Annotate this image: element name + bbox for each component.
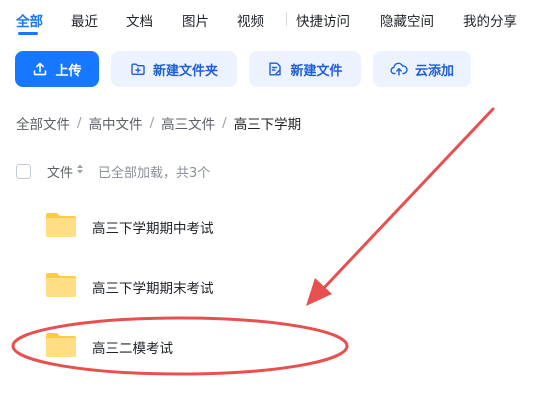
breadcrumb-separator: / [222, 115, 227, 131]
folder-name: 高三二模考试 [92, 341, 173, 357]
name-column-header[interactable]: 文件 [47, 162, 84, 181]
tab-divider [286, 12, 287, 26]
folder-name: 高三下学期期末考试 [92, 281, 214, 297]
folder-row[interactable]: 高三下学期期末考试 [0, 267, 535, 307]
folder-plus-icon [130, 61, 146, 77]
cloud-add-label: 云添加 [414, 63, 454, 79]
breadcrumb-separator: / [77, 115, 82, 131]
sort-icon [76, 163, 84, 179]
breadcrumb-item-all-files[interactable]: 全部文件 [16, 113, 70, 133]
cloud-upload-icon [390, 61, 408, 77]
select-all-checkbox[interactable] [16, 163, 31, 179]
upload-label: 上传 [55, 63, 82, 79]
file-edit-icon [267, 61, 283, 77]
folder-row[interactable]: 高三二模考试 [0, 327, 535, 367]
folder-name: 高三下学期期中考试 [92, 221, 214, 237]
folder-icon [45, 271, 77, 303]
new-folder-button[interactable]: 新建文件夹 [111, 51, 237, 87]
new-folder-label: 新建文件夹 [152, 63, 218, 79]
active-tab-indicator [18, 32, 38, 35]
tab-documents[interactable]: 文档 [126, 10, 153, 30]
category-tabs: 全部 最近 文档 图片 视频 快捷访问 隐藏空间 我的分享 [0, 0, 535, 40]
breadcrumb-item-high-school[interactable]: 高中文件 [89, 113, 143, 133]
name-column-label: 文件 [47, 165, 74, 181]
tab-quick-access[interactable]: 快捷访问 [296, 10, 350, 30]
tab-hidden-space[interactable]: 隐藏空间 [380, 10, 434, 30]
load-status: 已全部加载，共3个 [98, 165, 211, 181]
file-list-header: 文件 已全部加载，共3个 [16, 162, 211, 181]
breadcrumb-separator: / [149, 115, 155, 131]
new-file-button[interactable]: 新建文件 [249, 51, 361, 87]
tab-images[interactable]: 图片 [182, 10, 209, 30]
tab-all[interactable]: 全部 [16, 10, 43, 30]
folder-row[interactable]: 高三下学期期中考试 [0, 207, 535, 247]
upload-button[interactable]: 上传 [15, 51, 99, 87]
tab-my-shares[interactable]: 我的分享 [463, 10, 517, 30]
breadcrumb: 全部文件 / 高中文件 / 高三文件 / 高三下学期 [16, 113, 301, 133]
cloud-add-button[interactable]: 云添加 [373, 51, 471, 87]
folder-icon [45, 331, 77, 363]
breadcrumb-item-current: 高三下学期 [233, 117, 302, 133]
new-file-label: 新建文件 [290, 63, 343, 79]
tab-videos[interactable]: 视频 [237, 10, 264, 30]
annotation-arrow-shaft [320, 107, 495, 292]
breadcrumb-item-senior-three[interactable]: 高三文件 [161, 113, 215, 133]
folder-icon [45, 211, 77, 243]
tab-recent[interactable]: 最近 [71, 10, 98, 30]
upload-icon [32, 61, 48, 77]
